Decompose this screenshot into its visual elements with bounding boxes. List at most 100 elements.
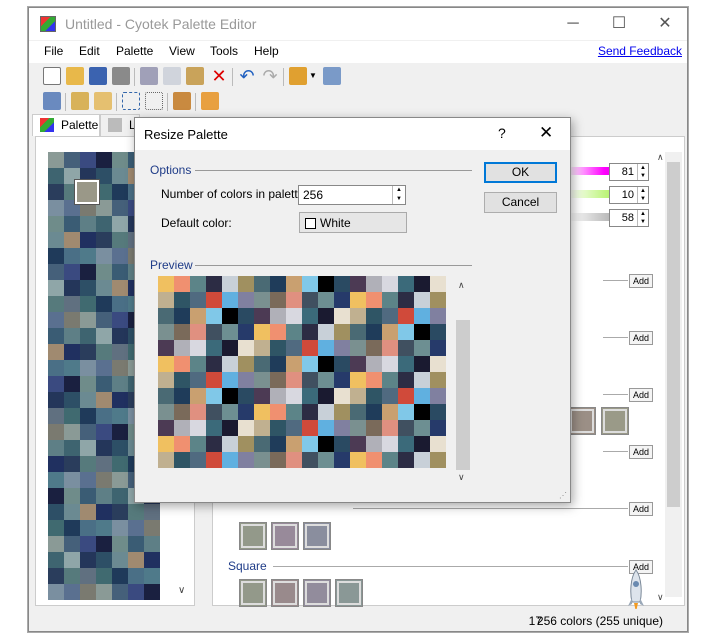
add-color-icon[interactable] — [71, 92, 89, 110]
tab-palette[interactable]: Palette — [32, 114, 100, 136]
color-swatch[interactable] — [271, 522, 299, 550]
add-button[interactable]: Add — [629, 445, 653, 459]
paste-icon[interactable] — [186, 67, 204, 85]
cut-icon[interactable] — [140, 67, 158, 85]
email-icon[interactable] — [201, 92, 219, 110]
scroll-down-icon[interactable]: ∨ — [178, 585, 185, 596]
swap-icon[interactable] — [323, 67, 341, 85]
add-button[interactable]: Add — [629, 502, 653, 516]
edit-color-icon[interactable] — [94, 92, 112, 110]
color-swatch[interactable] — [601, 407, 629, 435]
sort-icon[interactable] — [289, 67, 307, 85]
move-icon[interactable] — [145, 92, 163, 110]
resize-grip[interactable]: ⋰ — [559, 491, 567, 500]
menu-edit[interactable]: Edit — [79, 44, 100, 58]
palette-color-cell — [64, 424, 80, 440]
scroll-up-icon[interactable]: ∧ — [657, 152, 664, 163]
selected-color-cell[interactable] — [74, 179, 100, 205]
dialog-close-button[interactable]: ✕ — [539, 123, 553, 143]
sample-icon[interactable] — [173, 92, 191, 110]
add-button[interactable]: Add — [629, 274, 653, 288]
palette-color-cell — [270, 404, 286, 420]
palette-color-cell — [430, 340, 446, 356]
tab-palette-label: Palette — [61, 118, 99, 132]
resize-icon[interactable] — [122, 92, 140, 110]
palette-color-cell — [112, 232, 128, 248]
palette-color-cell — [80, 424, 96, 440]
send-feedback-link[interactable]: Send Feedback — [598, 44, 682, 58]
palette-color-cell — [302, 452, 318, 468]
preview-scrollbar[interactable]: ∧ ∨ — [454, 276, 472, 486]
status-bar: 17 256 colors (255 unique) — [29, 609, 687, 631]
new-icon[interactable] — [43, 67, 61, 85]
copy-icon[interactable] — [163, 67, 181, 85]
menu-palette[interactable]: Palette — [116, 44, 153, 58]
palette-color-cell — [206, 340, 222, 356]
palette-color-cell — [128, 568, 144, 584]
color-swatch[interactable] — [271, 579, 299, 607]
minimize-button[interactable]: ─ — [550, 8, 596, 40]
screenshot-icon[interactable] — [43, 92, 61, 110]
default-color-button[interactable]: White — [299, 212, 407, 233]
palette-color-cell — [48, 536, 64, 552]
toolbar-separator — [283, 68, 284, 86]
add-button[interactable]: Add — [629, 331, 653, 345]
palette-color-cell — [222, 420, 238, 436]
dropdown-icon[interactable]: ▼ — [309, 67, 317, 85]
scroll-up-icon[interactable]: ∧ — [458, 280, 465, 291]
palette-color-cell — [302, 372, 318, 388]
ok-button[interactable]: OK — [484, 162, 557, 183]
cancel-button[interactable]: Cancel — [484, 192, 557, 213]
palette-color-cell — [64, 232, 80, 248]
close-button[interactable]: ✕ — [642, 8, 688, 40]
help-button[interactable]: ? — [498, 125, 506, 141]
maximize-button[interactable]: ☐ — [596, 8, 642, 40]
color-swatch[interactable] — [303, 522, 331, 550]
menu-tools[interactable]: Tools — [210, 44, 238, 58]
save-icon[interactable] — [89, 67, 107, 85]
palette-color-cell — [350, 436, 366, 452]
palette-color-cell — [48, 440, 64, 456]
palette-color-cell — [112, 504, 128, 520]
palette-color-cell — [64, 376, 80, 392]
color-swatch[interactable] — [239, 579, 267, 607]
menu-view[interactable]: View — [169, 44, 195, 58]
redo-icon[interactable]: ↷ — [261, 67, 279, 85]
palette-color-cell — [414, 436, 430, 452]
print-icon[interactable] — [112, 67, 130, 85]
palette-color-cell — [112, 184, 128, 200]
palette-color-cell — [270, 452, 286, 468]
palette-color-cell — [64, 216, 80, 232]
scrollbar-thumb[interactable] — [456, 320, 470, 470]
delete-icon[interactable]: ✕ — [210, 67, 228, 85]
palette-color-cell — [112, 536, 128, 552]
color-swatch[interactable] — [335, 579, 363, 607]
scroll-down-icon[interactable]: ∨ — [458, 472, 465, 483]
open-icon[interactable] — [66, 67, 84, 85]
add-button[interactable]: Add — [629, 388, 653, 402]
scrollbar-thumb[interactable] — [667, 162, 680, 507]
hue-value[interactable]: 81 ▲ ▼ — [609, 163, 649, 181]
menu-help[interactable]: Help — [254, 44, 279, 58]
num-colors-input[interactable]: 256 ▲ ▼ — [298, 185, 406, 205]
lightness-value[interactable]: 58 ▲ ▼ — [609, 209, 649, 227]
palette-color-cell — [398, 404, 414, 420]
scroll-down-icon[interactable]: ∨ — [657, 592, 664, 603]
num-colors-spinner[interactable]: ▲ ▼ — [392, 186, 405, 204]
palette-color-cell — [96, 248, 112, 264]
color-swatch[interactable] — [568, 407, 596, 435]
color-swatch[interactable] — [239, 522, 267, 550]
palette-color-cell — [366, 324, 382, 340]
color-swatch[interactable] — [303, 579, 331, 607]
saturation-value[interactable]: 10 ▲ ▼ — [609, 186, 649, 204]
palette-color-cell — [190, 452, 206, 468]
palette-color-cell — [270, 292, 286, 308]
menu-file[interactable]: File — [44, 44, 63, 58]
palette-color-cell — [382, 420, 398, 436]
color-panel-scrollbar[interactable] — [665, 152, 682, 597]
palette-color-cell — [270, 388, 286, 404]
palette-color-cell — [190, 356, 206, 372]
dialog-title: Resize Palette — [144, 127, 228, 142]
palette-color-cell — [334, 292, 350, 308]
undo-icon[interactable]: ↶ — [238, 67, 256, 85]
